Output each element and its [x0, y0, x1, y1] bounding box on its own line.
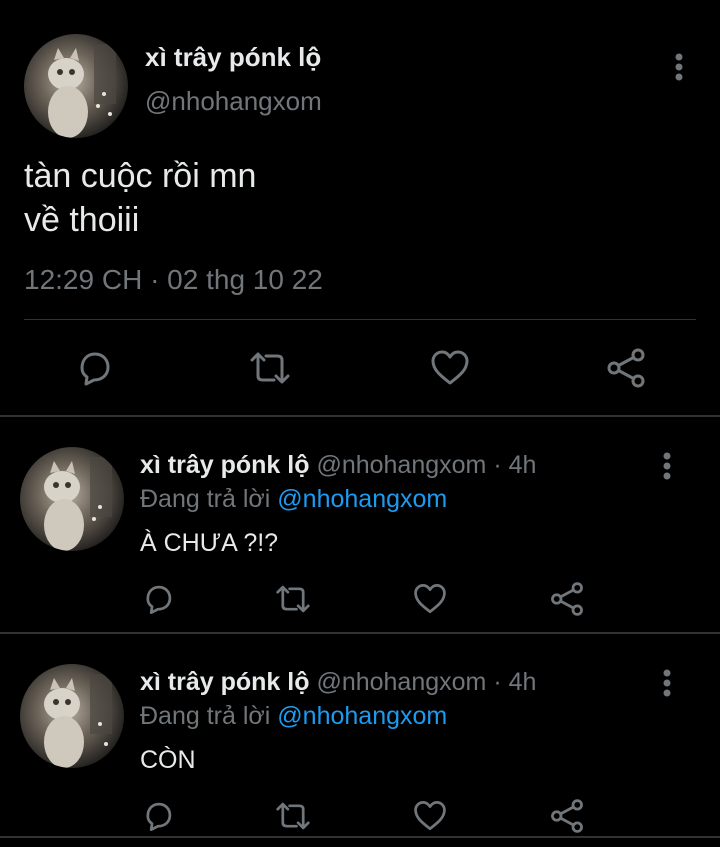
mention-link[interactable]: @nhohangxom [277, 485, 447, 513]
replying-prefix: Đang trả lời [140, 485, 271, 513]
avatar-cat-image [20, 447, 124, 551]
reply-icon[interactable] [72, 346, 116, 390]
divider [0, 836, 720, 838]
replying-to: Đang trả lời @nhohangxom [140, 485, 447, 514]
avatar[interactable] [20, 447, 124, 551]
retweet-icon[interactable] [271, 577, 315, 621]
retweet-icon[interactable] [271, 794, 315, 838]
tweet-timestamp: 12:29 CH · 02 thg 10 22 [24, 264, 323, 295]
share-icon[interactable] [545, 577, 589, 621]
like-icon[interactable] [408, 577, 452, 621]
avatar[interactable] [24, 34, 128, 138]
reply-icon[interactable] [136, 577, 180, 621]
replying-prefix: Đang trả lời [140, 702, 271, 730]
author-handle[interactable]: @nhohangxom [145, 86, 322, 117]
author-name[interactable]: xì trây pónk lộ [145, 42, 321, 73]
share-icon[interactable] [545, 794, 589, 838]
like-icon[interactable] [428, 346, 472, 390]
more-vertical-icon[interactable] [664, 50, 694, 86]
reply-tweet[interactable]: xì trây pónk lộ @nhohangxom · 4h Đang tr… [0, 634, 720, 847]
author-handle[interactable]: @nhohangxom [316, 668, 486, 696]
tweet-actions [0, 577, 720, 627]
avatar-cat-image [20, 664, 124, 768]
author-name[interactable]: xì trây pónk lộ [140, 668, 309, 696]
reply-tweet[interactable]: xì trây pónk lộ @nhohangxom · 4h Đang tr… [0, 417, 720, 632]
like-icon[interactable] [408, 794, 452, 838]
author-handle[interactable]: @nhohangxom [316, 451, 486, 479]
tweet-text: À CHƯA ?!? [140, 529, 279, 557]
author-name[interactable]: xì trây pónk lộ [140, 451, 309, 479]
tweet-thread-screen: xì trây pónk lộ @nhohangxom tàn cuộc rồi… [0, 0, 720, 847]
tweet-text: tàn cuộc rồi mn về thoiii [24, 157, 257, 239]
share-icon[interactable] [604, 346, 648, 390]
reply-time: · 4h [493, 451, 537, 479]
divider [24, 319, 696, 320]
main-tweet: xì trây pónk lộ @nhohangxom tàn cuộc rồi… [0, 0, 720, 415]
reply-icon[interactable] [136, 794, 180, 838]
avatar-cat-image [24, 34, 128, 138]
replying-to: Đang trả lời @nhohangxom [140, 702, 447, 731]
avatar[interactable] [20, 664, 124, 768]
mention-link[interactable]: @nhohangxom [277, 702, 447, 730]
reply-header: xì trây pónk lộ @nhohangxom · 4h [140, 451, 536, 480]
retweet-icon[interactable] [248, 346, 292, 390]
reply-time: · 4h [493, 668, 537, 696]
tweet-text: CÒN [140, 746, 196, 774]
more-vertical-icon[interactable] [652, 666, 682, 702]
tweet-actions [0, 340, 720, 396]
reply-header: xì trây pónk lộ @nhohangxom · 4h [140, 668, 536, 697]
more-vertical-icon[interactable] [652, 449, 682, 485]
